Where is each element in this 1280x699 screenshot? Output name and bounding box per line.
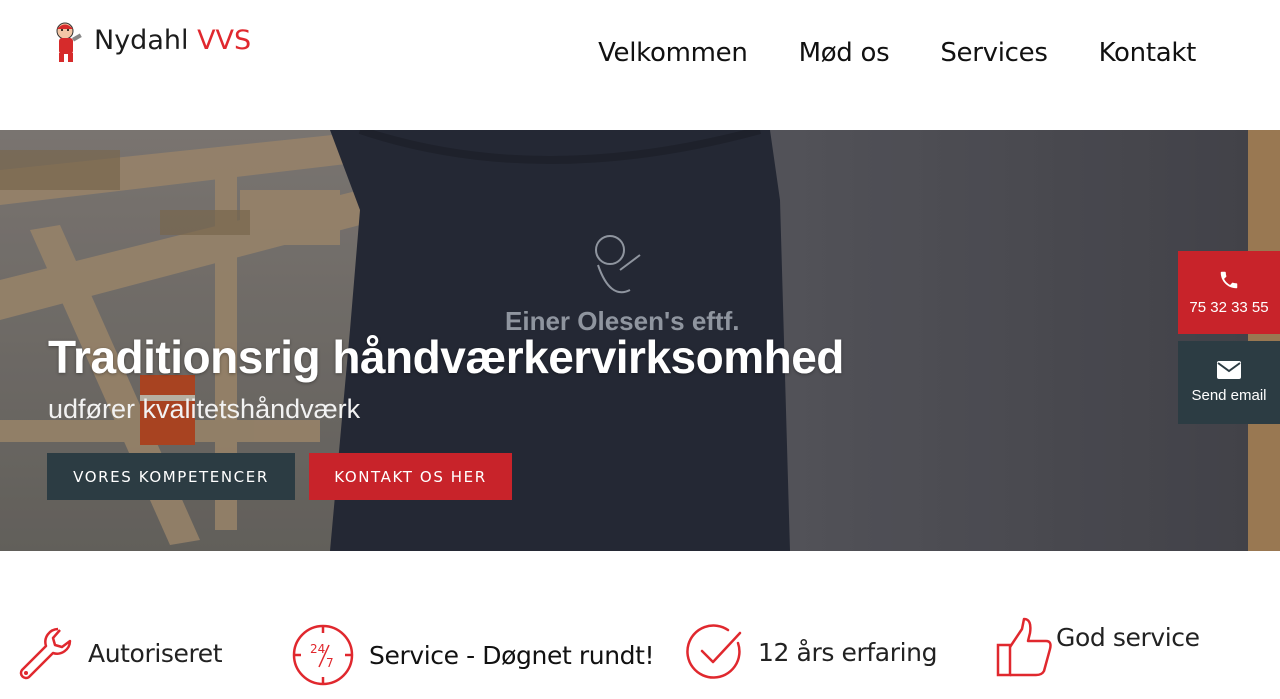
send-email-button[interactable]: Send email [1178, 341, 1280, 424]
nav-kontakt[interactable]: Kontakt [1099, 38, 1197, 68]
feature-label: 12 års erfaring [758, 637, 938, 667]
thumbs-up-icon [996, 617, 1052, 677]
check-circle-icon [686, 624, 742, 679]
feature-service-24-7: 24 7 Service - Døgnet rundt! [291, 623, 655, 687]
clock-24-7-icon: 24 7 [292, 624, 354, 686]
mascot-logo-icon [56, 22, 82, 62]
features-row: Autoriseret 24 7 Service - Døgnet rundt!… [0, 551, 1280, 699]
envelope-icon [1217, 361, 1241, 379]
feature-label: Autoriseret [88, 638, 223, 668]
nav-services[interactable]: Services [940, 38, 1048, 68]
wrench-icon [19, 627, 72, 680]
feature-experience: 12 års erfaring [686, 623, 937, 681]
logo-text: Nydahl VVS [94, 24, 252, 56]
phone-number: 75 32 33 55 [1189, 299, 1269, 316]
site-header: Nydahl VVS Velkommen Mød os Services Kon… [0, 0, 1280, 130]
main-nav: Velkommen Mød os Services Kontakt [598, 38, 1196, 68]
logo[interactable]: Nydahl VVS [50, 20, 251, 64]
feature-label: God service [1056, 622, 1200, 652]
phone-icon [1220, 271, 1238, 289]
svg-text:24: 24 [310, 642, 325, 656]
feature-good-service: God service [996, 617, 1200, 679]
feature-autoriseret: Autoriseret [14, 623, 223, 683]
contact-us-button[interactable]: KONTAKT OS HER [309, 453, 512, 500]
nav-moed-os[interactable]: Mød os [799, 38, 890, 68]
hero-subtitle: udfører kvalitetshåndværk [48, 394, 361, 424]
hero-title: Traditionsrig håndværkervirksomhed [48, 331, 844, 383]
hero-banner: Einer Olesen's eftf. Traditionsrig håndv… [0, 130, 1280, 551]
svg-text:7: 7 [326, 656, 334, 670]
nav-velkommen[interactable]: Velkommen [598, 38, 748, 68]
feature-label: Service - Døgnet rundt! [369, 640, 655, 670]
send-email-label: Send email [1191, 387, 1267, 404]
competencies-button[interactable]: VORES KOMPETENCER [47, 453, 295, 500]
phone-contact-button[interactable]: 75 32 33 55 [1178, 251, 1280, 334]
